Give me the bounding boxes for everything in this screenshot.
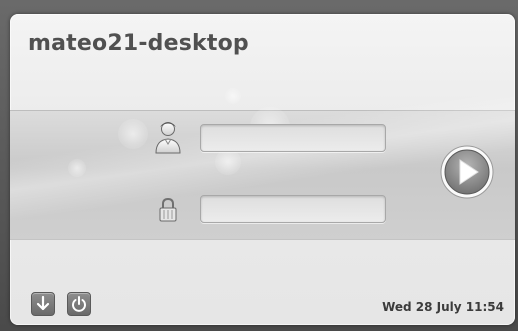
login-panel: mateo21-desktop Wed 28 July 11:54 [10, 14, 515, 325]
user-icon [155, 122, 181, 154]
shutdown-button[interactable] [67, 292, 91, 316]
username-field[interactable] [200, 124, 386, 152]
power-icon [72, 296, 86, 312]
decorative-bokeh [215, 149, 241, 175]
decorative-bokeh [118, 119, 148, 149]
decorative-bokeh [68, 159, 86, 177]
decorative-bokeh [225, 88, 241, 104]
down-arrow-icon [36, 295, 50, 311]
suspend-button[interactable] [31, 292, 55, 316]
clock-label: Wed 28 July 11:54 [382, 300, 504, 314]
password-field[interactable] [200, 195, 386, 223]
login-screen: mateo21-desktop Wed 28 July 11:54 [0, 0, 518, 331]
lock-icon [159, 197, 177, 222]
login-button[interactable] [439, 144, 495, 200]
hostname-title: mateo21-desktop [28, 31, 249, 56]
